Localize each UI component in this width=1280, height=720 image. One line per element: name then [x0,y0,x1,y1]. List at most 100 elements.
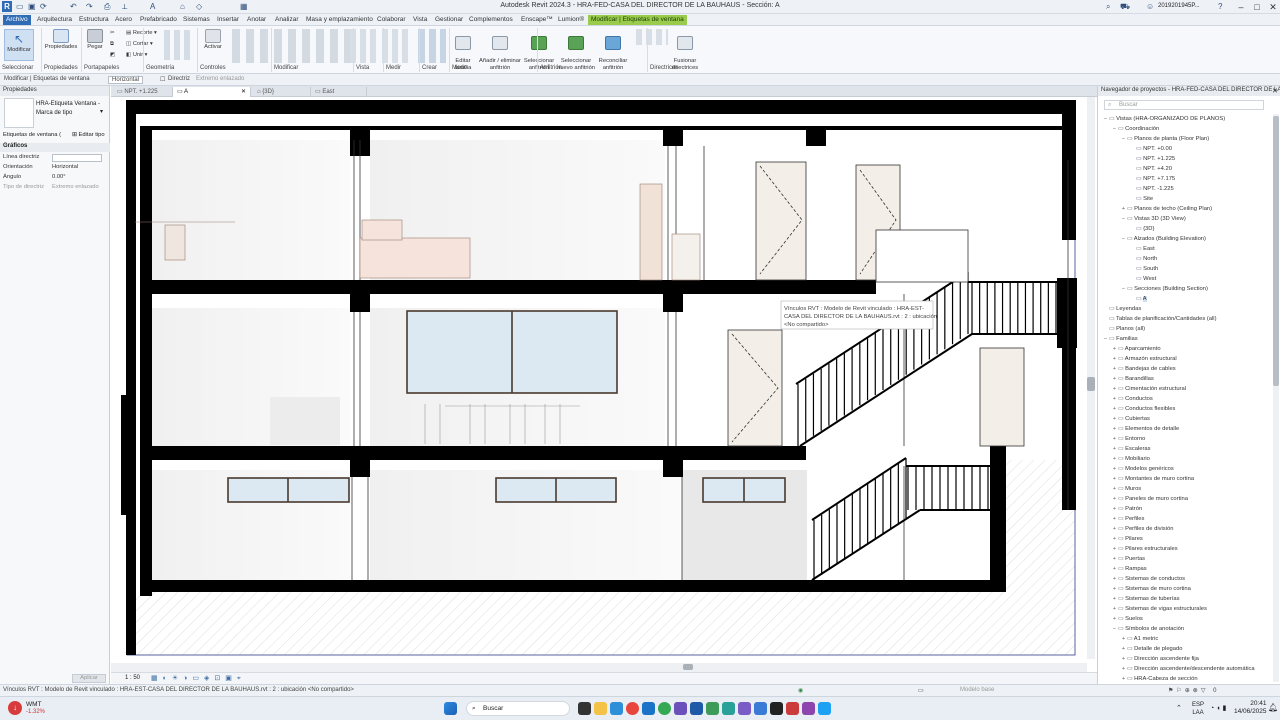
expand-icon[interactable]: + [1111,574,1118,584]
browser-tree-item[interactable]: + ▭ Perfiles de división [1098,524,1273,534]
ribbon-tab[interactable]: Estructura [76,15,112,25]
browser-tree-item[interactable]: − ▭ Alzados (Building Elevation) [1098,234,1273,244]
ribbon-tab[interactable]: Modificar | Etiquetas de ventana [588,15,687,25]
browser-tree-item[interactable]: + ▭ Pilares estructurales [1098,544,1273,554]
browser-tree-item[interactable]: ▭ Leyendas [1098,304,1273,314]
browser-tree-item[interactable]: + ▭ Pilares [1098,534,1273,544]
ribbon-group-label[interactable]: Crear [422,65,437,71]
browser-tree-item[interactable]: + ▭ Cimentación estructural [1098,384,1273,394]
ribbon-tab[interactable]: Lumion® [555,15,587,25]
browser-tree-item[interactable]: − ▭ Vistas (HRA-ORGANIZADO DE PLANOS) [1098,114,1273,124]
app-blue-icon[interactable] [754,702,767,715]
ribbon-tab[interactable]: Complementos [466,15,516,25]
browser-tree-item[interactable]: ▭ Planos (all) [1098,324,1273,334]
property-value[interactable]: 0.00° [52,174,66,180]
cut-icon[interactable]: ✂ [110,30,115,36]
expand-icon[interactable]: + [1120,654,1127,664]
app-teal-icon[interactable] [722,702,735,715]
expand-icon[interactable]: + [1111,344,1118,354]
revit-taskbar-icon[interactable] [690,702,703,715]
ribbon-tab[interactable]: Archivo [3,15,31,25]
edge-icon[interactable] [610,702,623,715]
browser-tree-item[interactable]: + ▭ Sistemas de conductos [1098,574,1273,584]
modify-tools[interactable] [232,29,350,63]
browser-tree-item[interactable]: + ▭ Modelos genéricos [1098,464,1273,474]
expand-icon[interactable]: + [1111,394,1118,404]
browser-tree-item[interactable]: ▭ {3D} [1098,224,1273,234]
ribbon-tab[interactable]: Gestionar [432,15,466,25]
expand-icon[interactable]: + [1111,494,1118,504]
browser-tree-item[interactable]: ▭ West [1098,274,1273,284]
horizontal-scrollbar[interactable] [111,663,1087,672]
browser-tree-item[interactable]: ▭ North [1098,254,1273,264]
expand-icon[interactable]: + [1111,424,1118,434]
browser-tree-item[interactable]: − ▭ Secciones (Building Section) [1098,284,1273,294]
leader-checkbox[interactable]: ☐ [160,76,165,83]
expand-icon[interactable]: + [1120,634,1127,644]
selection-filters-icons[interactable]: ⚑⚐⊕⊗▽ 0 [1168,687,1219,694]
browser-tree-item[interactable]: + ▭ Bandejas de cables [1098,364,1273,374]
expand-icon[interactable]: + [1111,364,1118,374]
vertical-scrollbar[interactable] [1087,97,1095,659]
notification-icon[interactable]: 🔔︎ [1268,703,1278,712]
view-controls-icons[interactable]: ▦◐☀◑▭◈⊡▣⌖ [151,674,246,683]
collapse-icon[interactable]: − [1111,624,1118,634]
chrome-icon[interactable] [626,702,639,715]
view-tab[interactable]: ▭ NPT. +1.225 [113,87,173,97]
browser-tree-item[interactable]: + ▭ HRA-Cabeza de sección [1098,674,1273,684]
cope-button[interactable]: ▤ Recorte ▾ [126,30,157,36]
browser-tree-item[interactable]: + ▭ Dirección ascendente fija [1098,654,1273,664]
cart-icon[interactable]: ⛟ [1120,2,1130,12]
ribbon-tab[interactable]: Arquitectura [34,15,75,25]
ribbon-group-label[interactable]: Seleccionar [2,65,33,71]
expand-icon[interactable]: + [1111,564,1118,574]
paste-button[interactable]: Pegar [84,29,106,51]
browser-tree-item[interactable]: ▭ NPT. -1.225 [1098,184,1273,194]
ribbon-tab[interactable]: Sistemas [180,15,213,25]
outlook-icon[interactable] [642,702,655,715]
measure-tools[interactable] [382,29,412,63]
expand-icon[interactable]: + [1111,484,1118,494]
expand-icon[interactable]: + [1111,434,1118,444]
ribbon-group-label[interactable]: Directrices [650,65,678,71]
expand-icon[interactable]: + [1120,664,1127,674]
browser-tree-item[interactable]: + ▭ Elementos de detalle [1098,424,1273,434]
expand-icon[interactable]: + [1111,374,1118,384]
expand-icon[interactable]: + [1111,604,1118,614]
search-icon[interactable]: ⌕ [1106,2,1110,12]
apply-button[interactable]: Aplicar [72,674,106,683]
browser-tree-item[interactable]: − ▭ Vistas 3D (3D View) [1098,214,1273,224]
ribbon-tab[interactable]: Prefabricado [137,15,180,25]
collapse-icon[interactable]: − [1120,234,1127,244]
browser-close-icon[interactable]: ✕ [1272,87,1278,95]
ribbon-tab[interactable]: Enscape™ [518,15,556,25]
browser-tree-item[interactable]: + ▭ Entorno [1098,434,1273,444]
graphics-section[interactable]: Gráficos [0,143,110,152]
expand-icon[interactable]: + [1111,464,1118,474]
clock[interactable]: 20:41 14/06/2025 [1234,700,1267,716]
expand-icon[interactable]: + [1120,204,1127,214]
browser-tree-item[interactable]: + ▭ Aparcamiento [1098,344,1273,354]
ribbon-group-label[interactable]: Portapapeles [84,65,119,71]
browser-scroll-thumb[interactable] [1273,116,1279,386]
geometry-tools[interactable] [164,30,194,60]
close-tab-icon[interactable]: ✕ [241,87,246,97]
network-sound-icons[interactable]: ◔◖▮ [1210,704,1228,712]
scale-selector[interactable]: 1 : 50 [125,675,140,681]
expand-icon[interactable]: + [1111,384,1118,394]
ribbon-group-label[interactable]: Propiedades [44,65,78,71]
model-selector[interactable]: Modelo base [960,687,994,693]
browser-tree-item[interactable]: ▭ South [1098,264,1273,274]
browser-tree-item[interactable]: + ▭ Mobiliario [1098,454,1273,464]
browser-tree-item[interactable]: + ▭ Conductos [1098,394,1273,404]
browser-tree-item[interactable]: + ▭ Barandillas [1098,374,1273,384]
browser-tree-item[interactable]: + ▭ Patrón [1098,504,1273,514]
browser-tree-item[interactable]: ▭ A [1098,294,1273,304]
tray-icons[interactable]: ⌃ [1176,704,1185,712]
browser-tree-item[interactable]: + ▭ Paneles de muro cortina [1098,494,1273,504]
join-button[interactable]: ◧ Unir ▾ [126,52,147,58]
worksets-icon[interactable]: ◉ [798,687,803,694]
copy-icon[interactable]: ⧉ [110,41,114,48]
browser-tree-item[interactable]: + ▭ Cubiertas [1098,414,1273,424]
collapse-icon[interactable]: − [1111,124,1118,134]
